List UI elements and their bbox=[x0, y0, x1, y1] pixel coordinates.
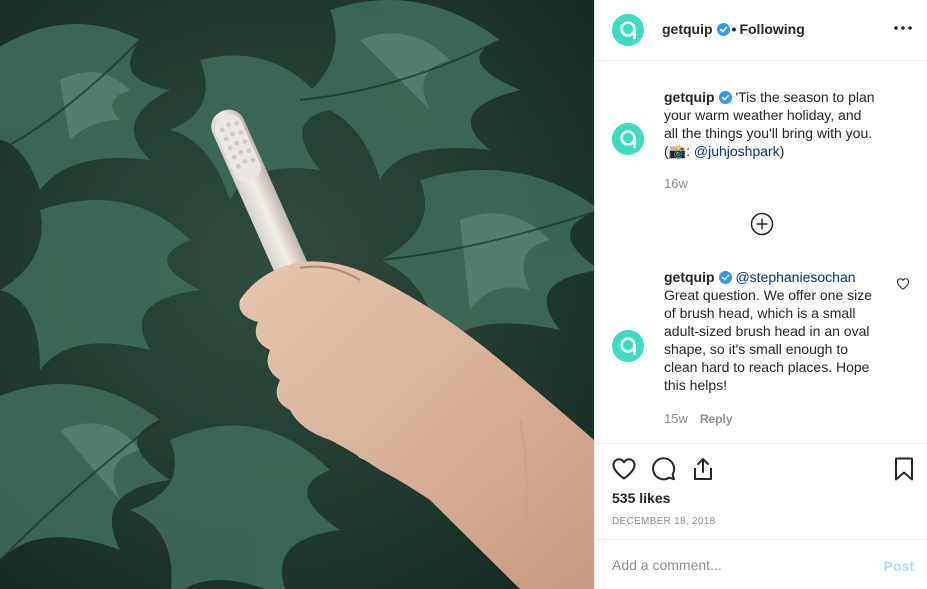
verified-badge-icon bbox=[718, 271, 732, 284]
bookmark-icon[interactable] bbox=[891, 456, 917, 482]
heart-icon[interactable] bbox=[611, 456, 637, 482]
post-sidebar: getquip • Following getquip 'Tis the sea… bbox=[594, 0, 927, 589]
quip-logo-icon bbox=[612, 14, 644, 46]
caption-timestamp[interactable]: 16w bbox=[664, 176, 688, 191]
comment-timestamp[interactable]: 15w bbox=[664, 411, 688, 426]
comment-mention[interactable]: @stephaniesochan bbox=[735, 269, 855, 285]
comment-meta: 15w Reply bbox=[664, 411, 733, 426]
post-photo bbox=[0, 0, 594, 589]
quip-logo-icon bbox=[612, 123, 644, 155]
add-comment-bar: Post bbox=[595, 539, 927, 589]
verified-badge-icon bbox=[716, 23, 730, 36]
quip-logo-icon bbox=[612, 330, 644, 362]
reply-button[interactable]: Reply bbox=[700, 412, 733, 426]
post-actions: 535 likes DECEMBER 18, 2018 bbox=[595, 443, 927, 539]
plus-circle-icon[interactable] bbox=[750, 212, 774, 236]
more-horizontal-icon[interactable] bbox=[892, 17, 914, 39]
comments-section: getquip 'Tis the season to plan your war… bbox=[595, 61, 927, 443]
header-user: getquip • Following bbox=[662, 21, 805, 37]
caption-closing: ) bbox=[779, 143, 785, 159]
header-username[interactable]: getquip bbox=[662, 21, 713, 37]
post-image[interactable] bbox=[0, 0, 594, 589]
avatar[interactable] bbox=[612, 330, 644, 362]
comment-input[interactable] bbox=[612, 540, 862, 589]
comment-body: Great question. We offer one size of bru… bbox=[664, 287, 873, 393]
following-button[interactable]: Following bbox=[739, 21, 804, 37]
post-date: DECEMBER 18, 2018 bbox=[612, 516, 716, 527]
comment-text: getquip @stephaniesochan Great question.… bbox=[664, 268, 876, 394]
verified-badge-icon bbox=[718, 91, 732, 104]
avatar[interactable] bbox=[612, 123, 644, 155]
post-button[interactable]: Post bbox=[884, 558, 914, 574]
share-icon[interactable] bbox=[690, 456, 716, 482]
caption-text: getquip 'Tis the season to plan your war… bbox=[664, 88, 876, 160]
comment-icon[interactable] bbox=[650, 456, 676, 482]
post-header: getquip • Following bbox=[595, 0, 927, 61]
caption-mention[interactable]: @juhjoshpark bbox=[694, 143, 780, 159]
caption-username[interactable]: getquip bbox=[664, 89, 715, 105]
separator-dot: • bbox=[731, 21, 737, 37]
comment-username[interactable]: getquip bbox=[664, 269, 715, 285]
comment-like-heart-icon[interactable] bbox=[896, 277, 910, 291]
likes-count[interactable]: 535 likes bbox=[612, 490, 670, 506]
avatar[interactable] bbox=[612, 14, 644, 46]
